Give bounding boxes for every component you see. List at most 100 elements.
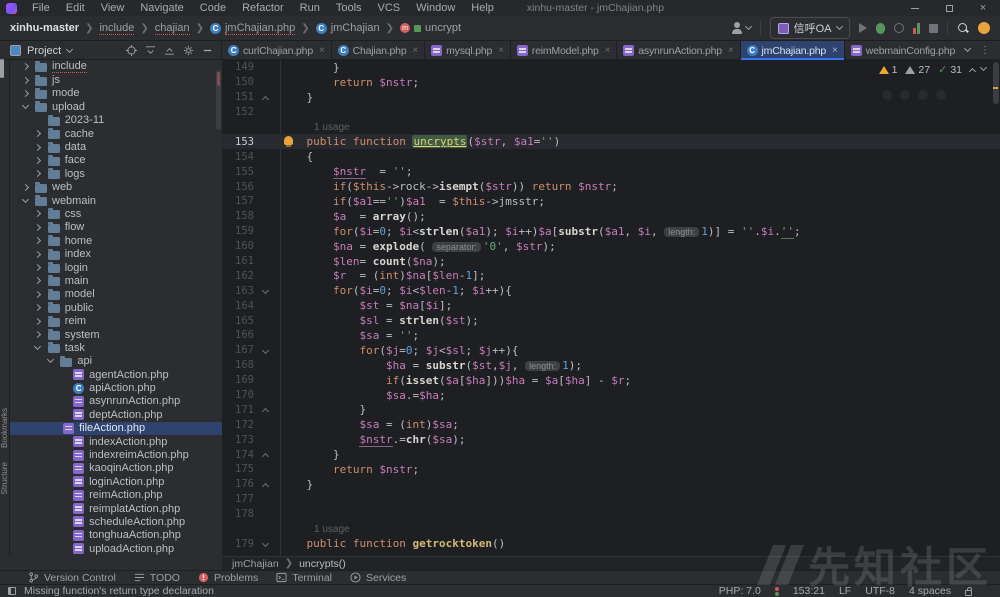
tree-item-tonghuaaction-php[interactable]: tonghuaAction.php (10, 529, 222, 542)
project-panel-title[interactable]: Project (27, 45, 61, 57)
breadcrumb-item-uncrypt[interactable]: muncrypt (398, 21, 463, 35)
tree-item-mode[interactable]: mode (10, 87, 222, 100)
tree-chevron-icon[interactable] (33, 171, 43, 176)
code-line-162[interactable]: 162 $r = (int)$na[$len-1]; (222, 268, 1000, 283)
code-line-174[interactable]: 174 } (222, 447, 1000, 462)
tree-item-api[interactable]: api (10, 355, 222, 368)
tree-chevron-icon[interactable] (33, 278, 43, 283)
minimize-button[interactable] (898, 0, 932, 16)
tab-curlchajian.php[interactable]: CcurlChajian.php× (222, 41, 332, 60)
code-line-177[interactable]: 177 (222, 492, 1000, 507)
coverage-icon[interactable] (894, 23, 904, 33)
menu-view[interactable]: View (94, 1, 132, 15)
status-item-php-7-0[interactable]: PHP: 7.0 (719, 585, 761, 597)
code-line-166[interactable]: 166 $sa = ''; (222, 328, 1000, 343)
usage-hint[interactable]: 1 usage (314, 122, 350, 133)
tree-chevron-icon[interactable] (20, 64, 30, 69)
fold-marker[interactable] (258, 450, 272, 459)
tree-item-uploadaction-php[interactable]: uploadAction.php (10, 542, 222, 555)
code-line-161[interactable]: 161 $len= count($na); (222, 254, 1000, 269)
fold-marker[interactable] (258, 348, 272, 353)
code-line-169[interactable]: 169 if(isset($a[$ha]))$ha = $a[$ha] - $r… (222, 373, 1000, 388)
menu-code[interactable]: Code (193, 1, 233, 15)
tab-close-icon[interactable]: × (412, 45, 418, 56)
tree-item-kaoqinaction-php[interactable]: kaoqinAction.php (10, 462, 222, 475)
tree-chevron-icon[interactable] (33, 225, 43, 230)
tree-item-fileaction-php[interactable]: fileAction.php (10, 422, 222, 435)
tree-item-scheduleaction-php[interactable]: scheduleAction.php (10, 515, 222, 528)
tree-item-public[interactable]: public (10, 301, 222, 314)
tree-item-model[interactable]: model (10, 288, 222, 301)
code-line-170[interactable]: 170 $sa.=$ha; (222, 388, 1000, 403)
tree-chevron-icon[interactable] (33, 292, 43, 297)
tree-item-asynrunaction-php[interactable]: asynrunAction.php (10, 395, 222, 408)
tree-chevron-icon[interactable] (20, 185, 30, 190)
tab-reimmodel.php[interactable]: reimModel.php× (511, 41, 618, 60)
tree-chevron-icon[interactable] (20, 91, 30, 96)
tree-item-apiaction-php[interactable]: CapiAction.php (10, 381, 222, 394)
code-line-179[interactable]: 179 public function getrocktoken() (222, 537, 1000, 552)
locate-file-icon[interactable] (126, 45, 137, 56)
tree-item-task[interactable]: task (10, 341, 222, 354)
maximize-button[interactable] (932, 0, 966, 16)
tree-item-reim[interactable]: reim (10, 314, 222, 327)
tree-chevron-icon[interactable] (20, 78, 30, 83)
code-line-175[interactable]: 175 return $nstr; (222, 462, 1000, 477)
code-line-173[interactable]: 173 $nstr.=chr($sa); (222, 432, 1000, 447)
fold-marker[interactable] (258, 93, 272, 102)
tree-item-agentaction-php[interactable]: agentAction.php (10, 368, 222, 381)
tree-chevron-icon[interactable] (33, 238, 43, 243)
hide-panel-icon[interactable] (202, 45, 213, 56)
editor-breadcrumb-jmchajian[interactable]: jmChajian (232, 558, 279, 570)
tool-window-widget-icon[interactable] (8, 587, 16, 595)
usage-hint[interactable]: 1 usage (314, 524, 350, 535)
next-problem-icon[interactable] (980, 64, 987, 71)
tree-item-system[interactable]: system (10, 328, 222, 341)
tree-chevron-icon[interactable] (33, 347, 43, 349)
menu-navigate[interactable]: Navigate (133, 1, 190, 15)
tree-item-2023-11[interactable]: 2023-11 (10, 114, 222, 127)
tree-chevron-icon[interactable] (33, 145, 43, 150)
tree-item-logs[interactable]: logs (10, 167, 222, 180)
menu-refactor[interactable]: Refactor (235, 1, 291, 15)
menu-edit[interactable]: Edit (59, 1, 92, 15)
tree-chevron-icon[interactable] (33, 332, 43, 337)
tree-chevron-icon[interactable] (33, 305, 43, 310)
tree-item-indexaction-php[interactable]: indexAction.php (10, 435, 222, 448)
tree-item-loginaction-php[interactable]: loginAction.php (10, 475, 222, 488)
debug-listener-icon[interactable] (775, 587, 779, 596)
tree-item-data[interactable]: data (10, 140, 222, 153)
tab-mysql.php[interactable]: mysql.php× (425, 41, 511, 60)
prev-problem-icon[interactable] (969, 68, 976, 75)
stripe-label-structure[interactable]: Structure (0, 462, 9, 494)
lock-icon[interactable] (965, 590, 972, 596)
collapse-all-icon[interactable] (164, 45, 175, 56)
code-line-176[interactable]: 176 } (222, 477, 1000, 492)
code-line-155[interactable]: 155 $nstr = ''; (222, 164, 1000, 179)
code-line-154[interactable]: 154 { (222, 149, 1000, 164)
code-line-158[interactable]: 158 $a = array(); (222, 209, 1000, 224)
tree-item-flow[interactable]: flow (10, 221, 222, 234)
menu-window[interactable]: Window (409, 1, 462, 15)
code-line-164[interactable]: 164 $st = $na[$i]; (222, 298, 1000, 313)
tool-window-version-control[interactable]: Version Control (28, 572, 116, 584)
tab-list-chevron-icon[interactable] (964, 45, 971, 52)
breadcrumb-item-jmchajian[interactable]: CjmChajian (314, 21, 382, 35)
menu-run[interactable]: Run (293, 1, 327, 15)
code-line-157[interactable]: 157 if($a1=='')$a1 = $this->jmsstr; (222, 194, 1000, 209)
code-line-160[interactable]: 160 $na = explode( separator:'0', $str); (222, 239, 1000, 254)
tree-item-main[interactable]: main (10, 274, 222, 287)
tree-chevron-icon[interactable] (45, 360, 55, 362)
stop-icon[interactable] (929, 24, 938, 33)
tree-chevron-icon[interactable] (33, 265, 43, 270)
tree-item-reimplataction-php[interactable]: reimplatAction.php (10, 502, 222, 515)
breadcrumb-item-chajian[interactable]: chajian (153, 21, 192, 36)
expand-all-icon[interactable] (145, 45, 156, 56)
tab-close-icon[interactable]: × (832, 45, 838, 56)
breadcrumb-item-xinhu-master[interactable]: xinhu-master (8, 21, 81, 35)
code-line-171[interactable]: 171 } (222, 402, 1000, 417)
code-line-152[interactable]: 152 (222, 105, 1000, 120)
tree-item-include[interactable]: include (10, 60, 222, 73)
tool-window-terminal[interactable]: Terminal (276, 572, 332, 584)
tree-chevron-icon[interactable] (33, 211, 43, 216)
